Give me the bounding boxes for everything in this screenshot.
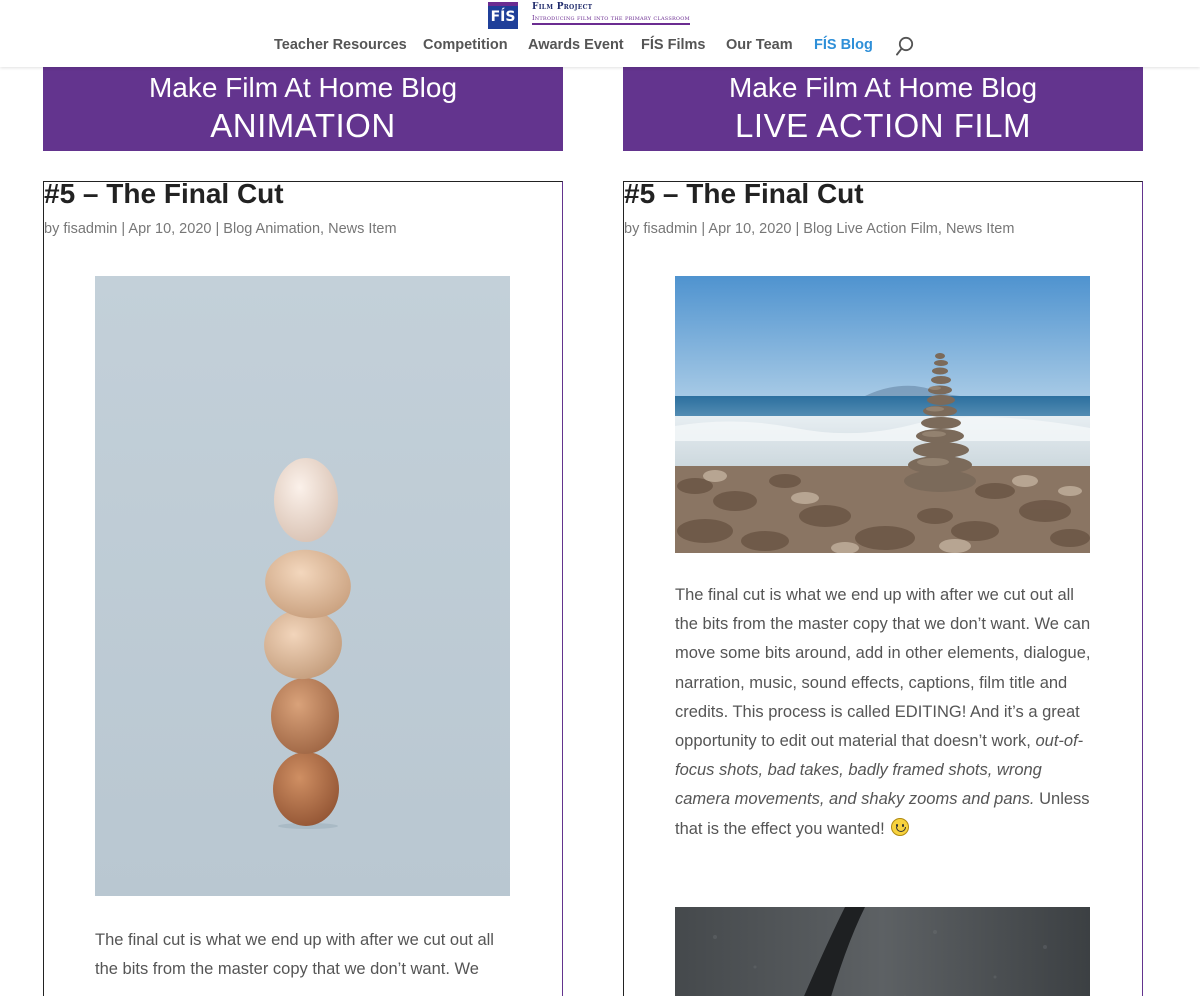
category-link[interactable]: Blog Live Action Film (803, 221, 938, 237)
banner-subtitle: LIVE ACTION FILM (735, 107, 1031, 144)
logo-tagline: Introducing film into the primary classr… (532, 14, 690, 25)
nav-fis-films[interactable]: FÍS Films (641, 37, 705, 53)
smiley-icon (891, 817, 910, 836)
live-action-blog-banner[interactable]: Make Film At Home Blog LIVE ACTION FILM (623, 67, 1143, 151)
main-nav: Teacher Resources Competition Awards Eve… (0, 37, 1200, 55)
animation-blog-banner[interactable]: Make Film At Home Blog ANIMATION (43, 67, 563, 151)
stacked-eggs-photo (95, 276, 510, 896)
site-logo[interactable]: FÍS Film Project Introducing film into t… (488, 2, 690, 30)
post-title[interactable]: #5 – The Final Cut (624, 178, 864, 210)
logo-mark: FÍS (488, 2, 518, 29)
post-meta: by fisadmin | Apr 10, 2020 | Blog Animat… (44, 221, 397, 237)
nav-our-team[interactable]: Our Team (726, 37, 793, 53)
category-link[interactable]: News Item (328, 221, 397, 237)
post-meta: by fisadmin | Apr 10, 2020 | Blog Live A… (624, 221, 1015, 237)
nav-awards-event[interactable]: Awards Event (528, 37, 624, 53)
post-date: Apr 10, 2020 (708, 221, 792, 237)
post-date: Apr 10, 2020 (128, 221, 212, 237)
dark-texture-photo (675, 907, 1090, 996)
author-link[interactable]: fisadmin (63, 221, 117, 237)
blog-post-animation: #5 – The Final Cut by fisadmin | Apr 10,… (43, 178, 563, 996)
author-link[interactable]: fisadmin (643, 221, 697, 237)
logo-title: Film Project (532, 2, 593, 12)
post-excerpt: The final cut is what we end up with aft… (675, 586, 1091, 838)
nav-teacher-resources[interactable]: Teacher Resources (274, 37, 407, 53)
banner-title: Make Film At Home Blog (148, 72, 458, 103)
category-link[interactable]: Blog Animation (223, 221, 320, 237)
search-icon[interactable] (896, 36, 914, 56)
banner-subtitle: ANIMATION (210, 107, 396, 144)
post-title[interactable]: #5 – The Final Cut (44, 178, 284, 210)
site-header: FÍS Film Project Introducing film into t… (0, 0, 1200, 67)
category-link[interactable]: News Item (946, 221, 1015, 237)
blog-post-live-action: #5 – The Final Cut by fisadmin | Apr 10,… (623, 178, 1143, 996)
post-excerpt: The final cut is what we end up with aft… (95, 931, 494, 979)
nav-competition[interactable]: Competition (423, 37, 508, 53)
nav-fis-blog[interactable]: FÍS Blog (814, 37, 873, 53)
banner-title: Make Film At Home Blog (728, 72, 1038, 103)
stacked-stones-beach-photo (675, 276, 1090, 553)
